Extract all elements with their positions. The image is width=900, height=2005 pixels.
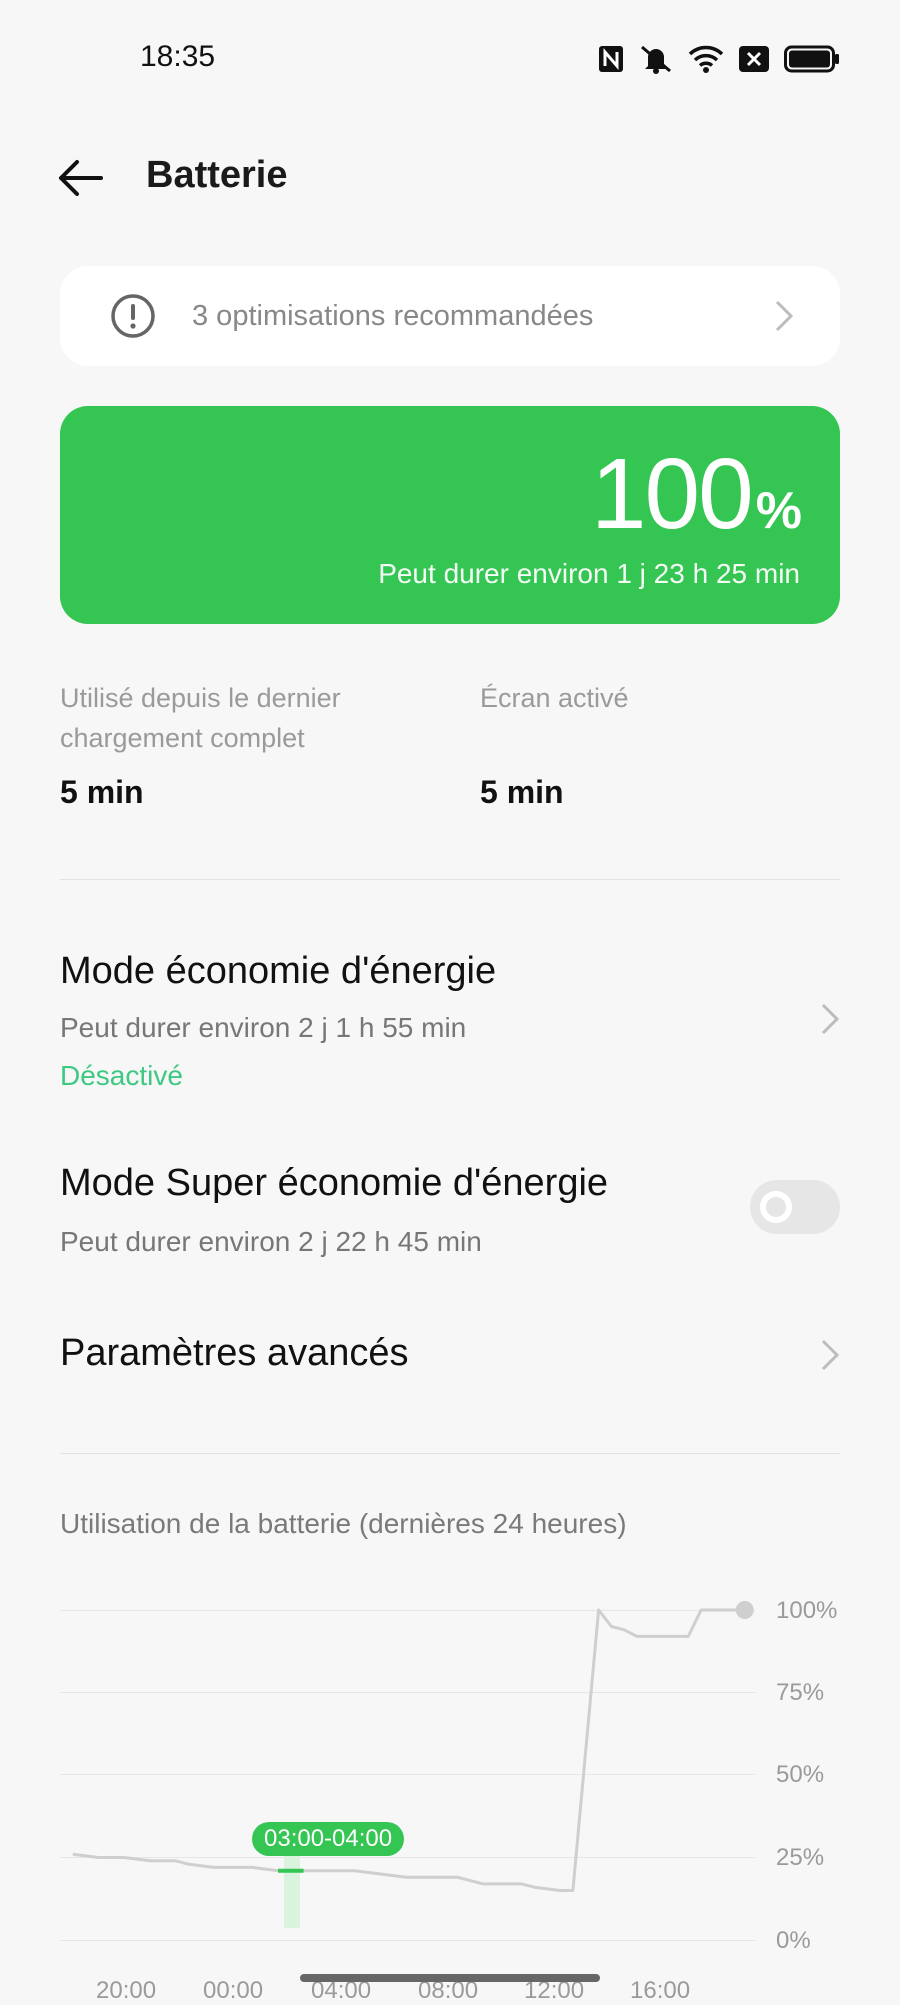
power-saving-status: Désactivé [60, 1060, 183, 1091]
power-saving-item[interactable]: Mode économie d'énergie Peut durer envir… [60, 944, 840, 1104]
grid-line [60, 1940, 755, 1941]
battery-icon [784, 45, 840, 73]
back-button[interactable] [52, 150, 108, 206]
super-power-saving-subtitle: Peut durer environ 2 j 22 h 45 min [60, 1226, 482, 1257]
series-line [72, 1608, 745, 1892]
divider [60, 1453, 840, 1454]
chart-highlight-badge: 03:00-04:00 [252, 1822, 405, 1856]
power-saving-title: Mode économie d'énergie [60, 950, 497, 992]
grid-line [60, 1610, 755, 1611]
back-arrow-icon [59, 160, 103, 196]
optimizations-card[interactable]: 3 optimisations recommandées [60, 266, 840, 366]
y-tick-label: 50% [776, 1761, 825, 1788]
super-power-saving-item: Mode Super économie d'énergie Peut durer… [60, 1156, 720, 1266]
alert-icon [111, 294, 155, 338]
page-title: Batterie [146, 154, 288, 196]
advanced-settings-item[interactable]: Paramètres avancés [60, 1320, 840, 1392]
wifi-icon [688, 45, 724, 73]
since-charge-label: Utilisé depuis le dernier chargement com… [60, 678, 440, 758]
status-icons [598, 44, 840, 74]
battery-level-number: 100 [590, 438, 754, 550]
power-saving-subtitle: Peut durer environ 2 j 1 h 55 min [60, 1012, 467, 1043]
y-tick-label: 100% [776, 1597, 838, 1624]
chevron-right-icon [775, 300, 794, 332]
x-tick-label: 00:00 [203, 1977, 264, 2004]
screen-on-value: 5 min [480, 774, 564, 810]
super-power-saving-title: Mode Super économie d'énergie [60, 1162, 609, 1204]
y-tick-label: 25% [776, 1844, 825, 1871]
optimizations-text: 3 optimisations recommandées [192, 299, 594, 332]
divider [60, 879, 840, 880]
notification-icon [738, 45, 770, 73]
y-tick-label: 0% [776, 1927, 811, 1954]
grid-line [60, 1692, 755, 1693]
advanced-settings-title: Paramètres avancés [60, 1332, 409, 1374]
since-charge-value: 5 min [60, 774, 144, 810]
nfc-icon [598, 45, 624, 73]
battery-remaining-time: Peut durer environ 1 j 23 h 25 min [378, 558, 800, 589]
chevron-right-icon [821, 1339, 840, 1371]
super-power-saving-toggle[interactable] [750, 1180, 840, 1234]
since-charge-label-line1: Utilisé depuis le dernier [60, 683, 341, 713]
since-charge-stat: Utilisé depuis le dernier chargement com… [60, 678, 440, 811]
current-level-point [735, 1601, 754, 1619]
screen-on-label: Écran activé [480, 683, 629, 713]
x-tick-label: 20:00 [96, 1977, 157, 2004]
x-tick-label: 16:00 [630, 1977, 691, 2004]
battery-level-card: 100% Peut durer environ 1 j 23 h 25 min [60, 406, 840, 624]
chart-title: Utilisation de la batterie (dernières 24… [60, 1508, 627, 1539]
since-charge-label-line2: chargement complet [60, 723, 305, 753]
battery-level: 100% [591, 444, 802, 544]
status-time: 18:35 [140, 40, 216, 73]
y-tick-label: 75% [776, 1679, 825, 1706]
chart-highlight-band [283, 1854, 300, 1928]
mute-icon [638, 44, 674, 74]
toggle-knob [760, 1191, 792, 1223]
screen-on-stat: Écran activé 5 min [480, 678, 840, 811]
home-indicator [300, 1974, 600, 1982]
chevron-right-icon [821, 1003, 840, 1035]
battery-level-unit: % [755, 482, 802, 540]
grid-line [60, 1857, 755, 1858]
grid-line [60, 1774, 755, 1775]
